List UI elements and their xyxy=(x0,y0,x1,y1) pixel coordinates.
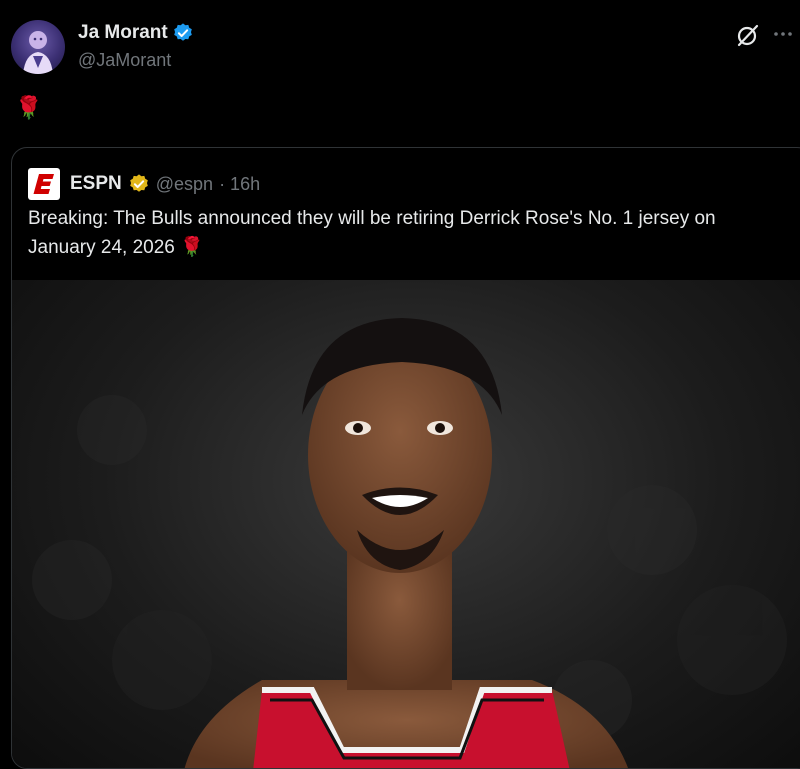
verified-badge-icon xyxy=(173,23,192,41)
quoted-display-name[interactable]: ESPN xyxy=(70,173,122,195)
quoted-time[interactable]: · 16h xyxy=(219,174,260,195)
espn-logo-icon[interactable] xyxy=(28,168,60,200)
espn-e-glyph xyxy=(33,174,54,194)
grok-icon[interactable] xyxy=(735,22,761,48)
quoted-tweet-card[interactable]: ESPN @espn · 16h Breaking: The Bulls ann… xyxy=(11,147,800,769)
quoted-tweet-photo[interactable] xyxy=(12,280,800,768)
avatar[interactable] xyxy=(11,20,65,74)
avatar-illustration xyxy=(23,31,53,74)
verified-badge-icon xyxy=(129,174,148,192)
author-handle[interactable]: @JaMorant xyxy=(78,50,171,71)
author-display-name[interactable]: Ja Morant xyxy=(78,22,168,44)
tweet-text: 🌹 xyxy=(15,95,43,120)
quoted-handle[interactable]: @espn xyxy=(156,174,213,195)
author-name-row[interactable]: Ja Morant xyxy=(78,22,194,44)
photo-illustration xyxy=(32,318,787,768)
quoted-tweet-header: ESPN @espn · 16h xyxy=(28,168,260,200)
quoted-tweet-text: Breaking: The Bulls announced they will … xyxy=(28,208,716,258)
more-icon[interactable] xyxy=(771,22,795,46)
